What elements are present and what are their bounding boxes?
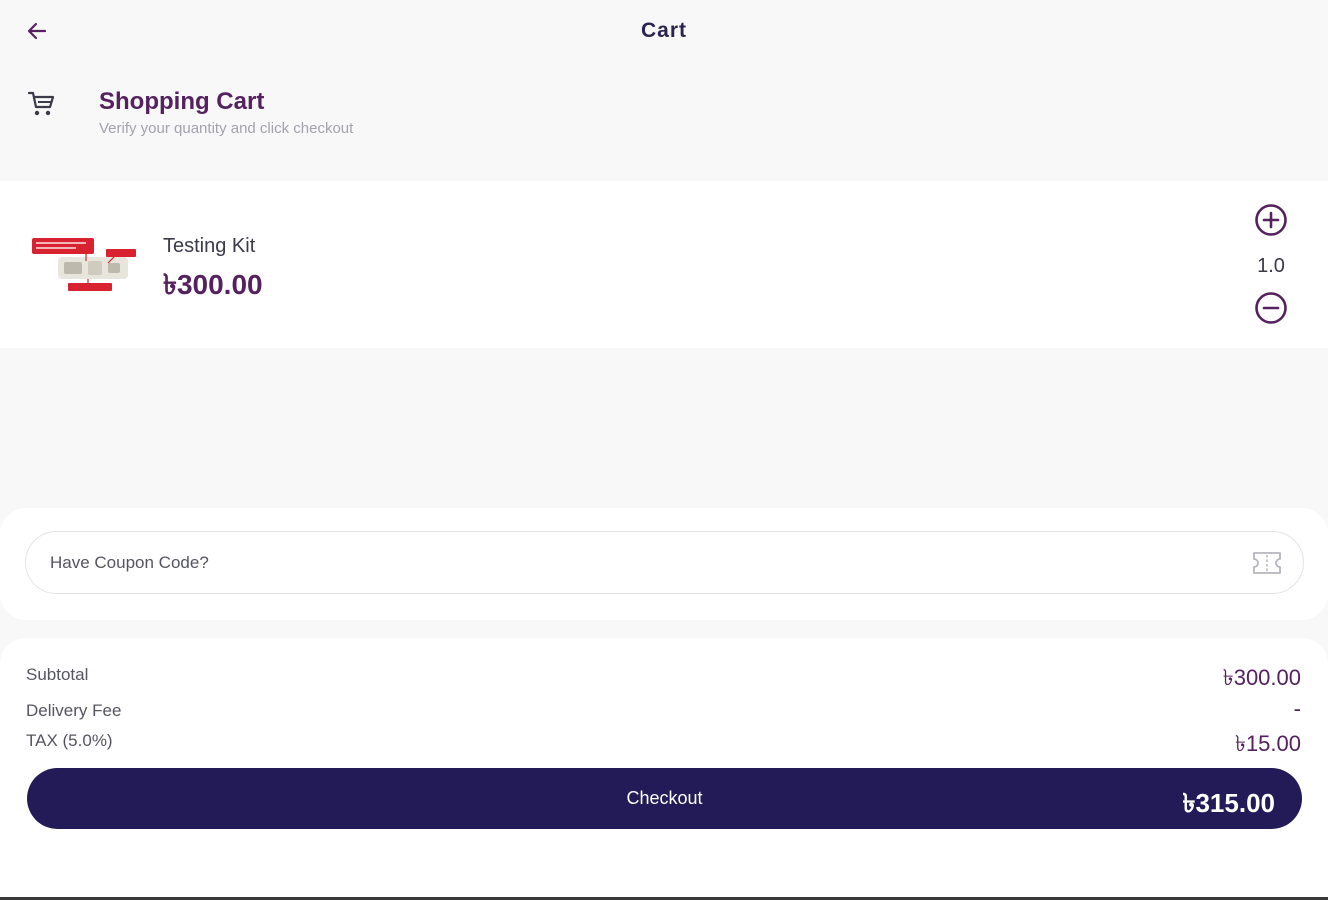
decrease-quantity-button[interactable] [1254, 291, 1288, 325]
coupon-panel: Have Coupon Code? [0, 508, 1328, 620]
checkout-label: Checkout [626, 788, 703, 808]
section-subtitle: Verify your quantity and click checkout [99, 120, 354, 137]
cart-item: Testing Kit ৳300.00 1.0 [0, 181, 1328, 348]
subtotal-label: Subtotal [26, 665, 89, 684]
item-name: Testing Kit [163, 235, 256, 257]
coupon-placeholder: Have Coupon Code? [50, 553, 209, 572]
quantity-value: 1.0 [1257, 255, 1285, 277]
product-thumbnail [28, 229, 140, 299]
delivery-fee-value: - [1293, 696, 1301, 721]
shopping-cart-icon [27, 91, 55, 116]
cart-header: Shopping Cart Verify your quantity and c… [0, 62, 1328, 180]
increase-quantity-button[interactable] [1254, 203, 1288, 237]
checkout-button[interactable]: Checkout ৳315.00 [27, 768, 1302, 829]
page-title: Cart [640, 19, 687, 42]
coupon-code-field[interactable]: Have Coupon Code? [25, 531, 1304, 594]
subtotal-value: ৳300.00 [1222, 665, 1301, 690]
item-price: ৳300.00 [163, 269, 263, 300]
tax-label: TAX (5.0%) [26, 731, 113, 750]
cart-page: Cart Shopping Cart Verify your quantity … [0, 0, 1328, 900]
top-app-bar: Cart [0, 0, 1328, 62]
checkout-total: ৳315.00 [1182, 788, 1275, 818]
section-title: Shopping Cart [99, 88, 265, 115]
delivery-fee-label: Delivery Fee [26, 701, 122, 720]
order-summary: Subtotal ৳300.00 Delivery Fee - TAX (5.0… [0, 638, 1328, 900]
tax-value: ৳15.00 [1234, 731, 1301, 756]
ticket-icon [1253, 552, 1281, 574]
